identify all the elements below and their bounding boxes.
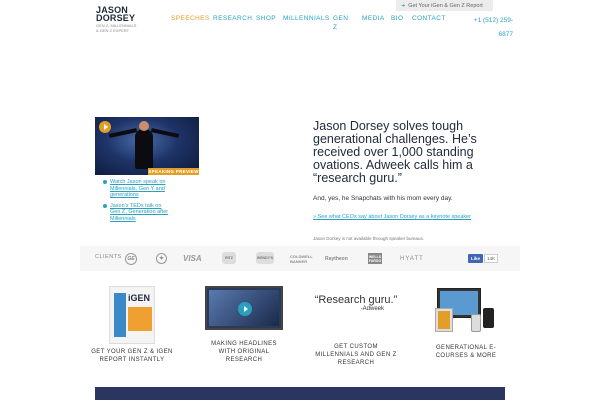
cover-stripe <box>114 293 126 337</box>
phone-number[interactable]: +1 (512) 259-6877 <box>473 14 513 42</box>
hero-link-tedx[interactable]: Jason's TEDx talk on Gen Z, Generation a… <box>103 203 173 223</box>
adweek-quote: “Research guru.” -Adweek <box>314 294 398 334</box>
facebook-like-count: 14K <box>484 254 499 263</box>
logo-name-line2: DORSEY <box>96 13 136 23</box>
card-custom-research[interactable]: “Research guru.” -Adweek GET CUSTOM MILL… <box>314 286 398 367</box>
clients-strip: CLIENTS GE ✦ VISA RITZ WENDY'S COLDWELL B… <box>80 246 520 271</box>
devices-illustration <box>435 286 497 334</box>
nav-contact[interactable]: CONTACT <box>412 14 446 24</box>
tablet-shape <box>435 308 453 332</box>
nav-media[interactable]: MEDIA <box>362 14 385 24</box>
bureau-note: Jason Dorsey is not available through sp… <box>313 236 425 241</box>
card-label: GET CUSTOM MILLENNIALS AND GEN Z RESEARC… <box>315 344 397 366</box>
clients-label: CLIENTS <box>95 254 122 260</box>
client-logo-mercedes: ✦ <box>156 253 167 264</box>
news-video-thumbnail <box>205 286 283 330</box>
footer-band <box>95 387 505 400</box>
card-headlines[interactable]: MAKING HEADLINES WITH ORIGINAL RESEARCH <box>202 286 286 364</box>
hero-text: Jason Dorsey solves tough generational c… <box>313 119 503 242</box>
bullet-icon <box>103 203 107 208</box>
nav-speeches[interactable]: SPEECHES <box>171 14 210 24</box>
client-logo-wells-fargo: WELLS FARGO <box>368 253 382 264</box>
ceo-testimonials-link[interactable]: » See what CEOs say about Jason Dorsey a… <box>313 214 503 220</box>
speaking-preview-tag: SPEAKING PREVIEW <box>148 168 199 175</box>
report-link-button[interactable]: ➜ Get Your iGen & Gen Z Report <box>396 0 493 11</box>
hero-link-label: Watch Jason speak on Millennials, Gen Y … <box>110 179 166 198</box>
card-igen-report[interactable]: iGEN GET YOUR GEN Z & IGEN REPORT INSTAN… <box>90 286 174 364</box>
speaking-video[interactable] <box>95 117 199 175</box>
site-logo[interactable]: JASON DORSEY GEN Z, MILLENNIALS & GEN Z … <box>96 6 138 34</box>
phone-shape <box>471 314 481 332</box>
logo-tagline: GEN Z, MILLENNIALS & GEN Z EXPERT <box>96 23 137 33</box>
cover-block <box>128 307 152 331</box>
client-logo-coldwell-banker: COLDWELL BANKER <box>290 253 313 264</box>
bullet-icon <box>103 180 107 184</box>
hero-subtext: And, yes, he Snapchats with his mom ever… <box>313 195 453 202</box>
nav-research[interactable]: RESEARCH <box>213 14 252 24</box>
report-link-label: Get Your iGen & Gen Z Report <box>408 2 483 9</box>
quote-text: “Research guru.” <box>314 294 398 306</box>
client-logo-hyatt: HYATT <box>400 255 424 262</box>
nav-gen-z[interactable]: GEN Z <box>333 14 348 32</box>
facebook-like-label: Like <box>468 254 484 263</box>
nav-bio[interactable]: BIO <box>391 14 403 24</box>
client-logo-wendys: WENDY'S <box>256 252 274 264</box>
play-icon[interactable] <box>99 121 111 133</box>
card-ecourses[interactable]: GENERATIONAL E-COURSES & MORE <box>424 286 508 360</box>
hero-link-label: Jason's TEDx talk on Gen Z, Generation a… <box>110 202 169 222</box>
client-logo-ritz-carlton: RITZ <box>222 252 236 264</box>
client-logo-visa: VISA <box>183 254 202 263</box>
facebook-like-button[interactable]: Like 14K <box>468 254 499 263</box>
hero-headline: Jason Dorsey solves tough generational c… <box>313 119 477 185</box>
hero-links: Watch Jason speak on Millennials, Gen Y … <box>103 179 173 226</box>
card-label: GET YOUR GEN Z & IGEN REPORT INSTANTLY <box>91 349 173 363</box>
nav-millennials[interactable]: MILLENNIALS <box>283 14 330 24</box>
cover-title: iGEN <box>128 293 151 303</box>
client-logo-raytheon: Raytheon <box>325 255 348 262</box>
hero-link-watch[interactable]: Watch Jason speak on Millennials, Gen Y … <box>103 179 173 199</box>
phone-shape-dark <box>483 308 494 328</box>
card-label: MAKING HEADLINES WITH ORIGINAL RESEARCH <box>211 341 277 363</box>
arrow-right-icon: ➜ <box>401 2 406 9</box>
quote-source: -Adweek <box>360 306 384 312</box>
nav-shop[interactable]: SHOP <box>256 14 276 24</box>
card-label: GENERATIONAL E-COURSES & MORE <box>435 345 497 359</box>
play-icon[interactable] <box>238 302 252 316</box>
igen-report-cover: iGEN <box>109 286 155 344</box>
speaker-figure <box>135 129 153 169</box>
client-logo-ge: GE <box>125 253 137 265</box>
speaker-head <box>139 121 149 131</box>
